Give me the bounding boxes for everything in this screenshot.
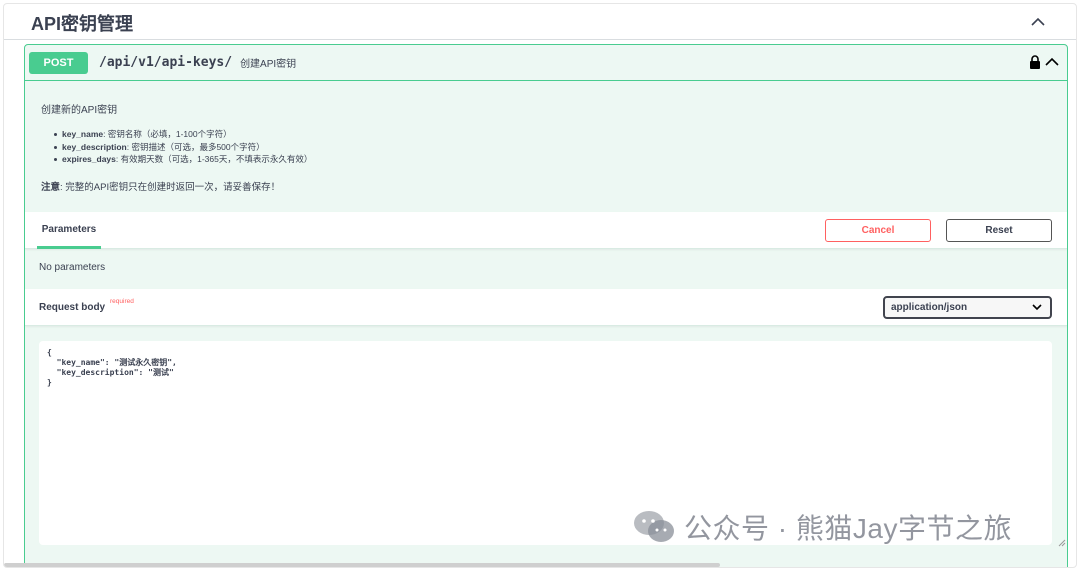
opblock-summary[interactable]: POST /api/v1/api-keys/ 创建API密钥 (25, 45, 1067, 81)
operation-summary: 创建API密钥 (240, 59, 297, 70)
chevron-up-icon[interactable] (1044, 55, 1060, 69)
note-text: : 完整的API密钥只在创建时返回一次，请妥善保存！ (60, 181, 281, 193)
opblock-post: POST /api/v1/api-keys/ 创建API密钥 创建新的API密钥… (24, 44, 1068, 567)
operation-description: 创建新的API密钥 key_name: 密钥名称（必填，1-100个字符） ke… (41, 101, 1041, 193)
param-text: : 密钥描述（可选，最多500个字符） (126, 141, 265, 152)
swagger-frame: API密钥管理 POST /api/v1/api-keys/ 创建API密钥 创… (3, 3, 1077, 568)
param-list: key_name: 密钥名称（必填，1-100个字符） key_descript… (54, 128, 1041, 166)
request-body-bar: Request body required application/json (25, 289, 1067, 326)
reset-button[interactable]: Reset (946, 219, 1052, 242)
param-text: : 密钥名称（必填，1-100个字符） (103, 129, 232, 139)
horizontal-scrollbar[interactable] (4, 563, 720, 567)
request-body-label: Request body (39, 302, 106, 313)
description-intro: 创建新的API密钥 (41, 105, 118, 116)
content-type-value: application/json (891, 302, 968, 313)
section-header[interactable]: API密钥管理 (4, 4, 1076, 40)
cancel-button[interactable]: Cancel (825, 219, 931, 242)
param-name: key_name (62, 129, 104, 139)
chevron-down-icon (1032, 304, 1042, 311)
resize-grip-icon[interactable] (1058, 539, 1066, 547)
param-name: expires_days (62, 154, 116, 164)
tab-parameters[interactable]: Parameters (37, 212, 101, 249)
note-label: 注意 (41, 181, 61, 193)
required-tag: required (110, 298, 134, 305)
lock-icon[interactable] (1029, 55, 1041, 69)
list-item: expires_days: 有效期天数（可选，1-365天，不填表示永久有效） (54, 153, 1041, 166)
param-text: : 有效期天数（可选，1-365天，不填表示永久有效） (115, 154, 313, 164)
watermark: 公众号 · 熊猫Jay字节之旅 (632, 508, 1012, 546)
list-item: key_description: 密钥描述（可选，最多500个字符） (54, 141, 1041, 154)
description-note: 注意: 完整的API密钥只在创建时返回一次，请妥善保存！ (41, 179, 1041, 193)
param-name: key_description (62, 141, 127, 152)
watermark-text: 公众号 · 熊猫Jay字节之旅 (684, 513, 1012, 544)
content-type-select[interactable]: application/json (883, 296, 1052, 319)
parameters-bar: Parameters Cancel Reset (25, 212, 1067, 249)
no-parameters-text: No parameters (39, 262, 106, 273)
page: API密钥管理 POST /api/v1/api-keys/ 创建API密钥 创… (0, 0, 1080, 571)
section-title: API密钥管理 (31, 14, 134, 34)
wechat-icon (634, 511, 674, 542)
method-badge: POST (29, 51, 88, 74)
chevron-up-icon[interactable] (1028, 11, 1048, 31)
operation-path: /api/v1/api-keys/ (99, 55, 233, 70)
list-item: key_name: 密钥名称（必填，1-100个字符） (54, 128, 1041, 141)
